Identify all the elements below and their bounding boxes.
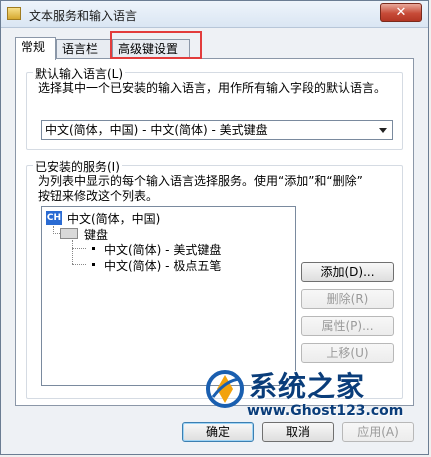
- site-watermark: 系统之家 www.Ghost123.com: [199, 363, 431, 431]
- keyboard-icon: [60, 228, 78, 239]
- default-language-value: 中文(简体，中国) - 中文(简体) - 美式键盘: [45, 123, 268, 137]
- watermark-url: www.Ghost123.com: [247, 403, 404, 419]
- general-tab-panel: 默认输入语言(L) 选择其中一个已安装的输入语言，用作所有输入字段的默认语言。 …: [15, 58, 414, 406]
- tree-item-layout-1[interactable]: 中文(简体) - 美式键盘: [104, 241, 221, 258]
- bullet-icon: [92, 263, 95, 266]
- installed-services-title: 已安装的服务(I): [33, 158, 122, 175]
- remove-button[interactable]: 删除(R): [301, 289, 394, 309]
- dialog-window: 文本服务和输入语言 ✕ 常规 语言栏 高级键设置 默认输入语言(L) 选择其中一…: [0, 0, 429, 455]
- tab-language-bar[interactable]: 语言栏: [56, 39, 112, 59]
- default-language-description: 选择其中一个已安装的输入语言，用作所有输入字段的默认语言。: [38, 81, 387, 95]
- default-language-select[interactable]: 中文(简体，中国) - 中文(简体) - 美式键盘: [41, 120, 393, 140]
- default-language-title: 默认输入语言(L): [33, 65, 126, 82]
- close-button[interactable]: ✕: [380, 3, 422, 22]
- tab-general[interactable]: 常规: [15, 37, 56, 60]
- watermark-logo-icon: [206, 370, 244, 408]
- installed-services-description-2: 按钮来修改这个列表。: [38, 189, 159, 203]
- window-title: 文本服务和输入语言: [29, 9, 138, 23]
- add-button[interactable]: 添加(D)...: [301, 262, 394, 282]
- close-icon: ✕: [395, 5, 407, 20]
- language-badge: CH: [46, 211, 62, 225]
- keyboard-app-icon: [7, 7, 21, 20]
- tree-item-language[interactable]: 中文(简体，中国): [67, 210, 160, 227]
- title-bar[interactable]: 文本服务和输入语言 ✕: [1, 1, 428, 28]
- bullet-icon: [92, 247, 95, 250]
- highlight-box: [110, 31, 202, 59]
- move-up-button[interactable]: 上移(U): [301, 343, 394, 363]
- chevron-down-icon: [379, 128, 387, 133]
- tree-item-layout-2[interactable]: 中文(简体) - 极点五笔: [104, 257, 221, 274]
- installed-services-description-1: 为列表中显示的每个输入语言选择服务。使用“添加”和“删除”: [38, 174, 363, 188]
- watermark-title: 系统之家: [249, 370, 366, 403]
- properties-button[interactable]: 属性(P)...: [301, 316, 394, 336]
- services-tree[interactable]: CH 中文(简体，中国) 键盘 中文(简体) - 美式键盘 中文(简体) - 极…: [41, 206, 296, 386]
